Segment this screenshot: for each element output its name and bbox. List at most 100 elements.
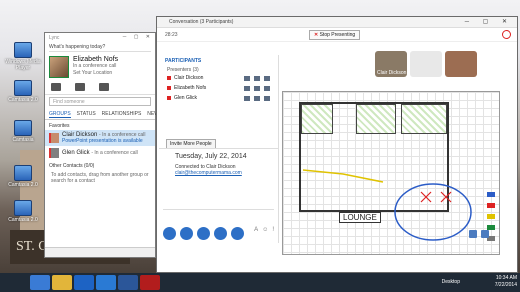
participant-row[interactable]: Elizabeth Nofs <box>159 83 278 93</box>
desktop-icon-camtasia-3[interactable]: Camtasia 2.0 <box>2 165 44 188</box>
phone-icon[interactable] <box>99 83 109 91</box>
thumbnail-icon[interactable] <box>469 230 477 238</box>
chat-pane: Tuesday, July 22, 2014 Connected to Clai… <box>159 148 279 243</box>
video-icon[interactable] <box>264 85 270 91</box>
presence-icon <box>167 96 171 100</box>
stage-page-controls <box>469 230 489 238</box>
lync-title: Lync <box>49 35 60 41</box>
presence-icon <box>167 76 171 80</box>
contact-tabs: GROUPS STATUS RELATIONSHIPS NEW <box>45 108 159 120</box>
contact-note: PowerPoint presentation is available <box>62 138 143 144</box>
profile: Elizabeth Nofs In a conference call Set … <box>45 54 155 80</box>
participant-row[interactable]: Glen Glick <box>159 93 278 103</box>
conversation-toolbar: 28:23 ✕ Stop Presenting <box>157 28 517 42</box>
tab-status[interactable]: STATUS <box>77 111 96 118</box>
emoji-icon[interactable]: ☺ <box>262 227 268 233</box>
other-contacts-group[interactable]: Other Contacts (0/0) <box>45 160 155 170</box>
explorer-icon[interactable] <box>52 275 72 290</box>
presence-icon <box>167 86 171 90</box>
camtasia-icon <box>14 165 32 181</box>
video-icon[interactable] <box>264 95 270 101</box>
media-player-icon <box>14 42 32 58</box>
chat-message: Connected to Clair Dickson clair@thecomp… <box>159 164 278 176</box>
call-timer: 28:23 <box>165 32 178 38</box>
tab-relationships[interactable]: RELATIONSHIPS <box>102 111 142 118</box>
chat-email-link[interactable]: clair@thecomputermama.com <box>175 170 262 176</box>
profile-name: Elizabeth Nofs <box>73 56 119 63</box>
im-button[interactable] <box>163 227 176 240</box>
ink-annotations <box>302 169 472 241</box>
phone-icon[interactable] <box>254 95 260 101</box>
video-tile[interactable] <box>445 51 477 77</box>
taskbar: Desktop 10:34 AM 7/22/2014 <box>0 273 520 292</box>
clock-date: 7/22/2014 <box>494 282 517 288</box>
location[interactable]: Set Your Location <box>73 70 118 77</box>
participants-button[interactable] <box>231 227 244 240</box>
desktop-icon-camtasia-4[interactable]: Camtasia 2.0 <box>2 200 44 223</box>
lync-bottom-bar <box>45 247 155 257</box>
phone-icon[interactable] <box>254 85 260 91</box>
clock[interactable]: 10:34 AM 7/22/2014 <box>495 275 517 289</box>
outlook-icon[interactable] <box>74 275 94 290</box>
video-button[interactable] <box>197 227 210 240</box>
desktop-icon-camtasia-1[interactable]: Camtasia 2.0 <box>2 80 44 103</box>
stop-presenting-button[interactable]: ✕ Stop Presenting <box>309 30 361 40</box>
participants-heading: PARTICIPANTS <box>165 58 202 64</box>
contact-photo <box>49 133 59 143</box>
pen-tool-icon[interactable] <box>487 203 495 208</box>
highlighter-tool-icon[interactable] <box>487 214 495 219</box>
notes-icon[interactable] <box>481 230 489 238</box>
present-button[interactable] <box>214 227 227 240</box>
status-message[interactable]: What's happening today? <box>49 44 151 52</box>
priority-icon[interactable]: ! <box>272 227 274 233</box>
lync-icon[interactable] <box>96 275 116 290</box>
hangup-icon[interactable] <box>502 30 511 39</box>
contact-name: Glen Glick <box>62 150 90 156</box>
video-tile[interactable]: Clair Dickson <box>375 51 407 77</box>
conversation-controls <box>163 227 244 240</box>
tab-groups[interactable]: GROUPS <box>49 111 71 118</box>
desktop-icon-camtasia-2[interactable]: Camtasia <box>2 120 44 143</box>
avatar[interactable] <box>49 56 69 78</box>
lync-window: Lync ─ ▢ ✕ What's happening today? Eliza… <box>44 32 159 258</box>
chat-compose-input[interactable] <box>163 209 274 223</box>
font-icon[interactable]: A <box>254 227 258 233</box>
camtasia-icon <box>14 200 32 216</box>
conversations-icon[interactable] <box>75 83 85 91</box>
chat-date: Tuesday, July 22, 2014 <box>175 153 247 160</box>
flash-icon[interactable] <box>140 275 160 290</box>
desktop-icon-media-player[interactable]: Windows Media Player <box>2 42 44 71</box>
lync-titlebar: Lync ─ ▢ ✕ <box>45 33 155 42</box>
video-tile[interactable] <box>410 51 442 77</box>
phone-icon[interactable] <box>254 75 260 81</box>
search-input[interactable]: Find someone <box>49 97 151 106</box>
window-controls[interactable]: ─ ▢ ✕ <box>465 18 513 25</box>
conversation-titlebar: Conversation (3 Participants) ─ ▢ ✕ <box>157 17 517 28</box>
contact-item[interactable]: Clair Dickson - In a conference call Pow… <box>45 130 155 146</box>
video-icon[interactable] <box>264 75 270 81</box>
contacts-icon[interactable] <box>51 83 61 91</box>
participants-pane: PARTICIPANTS Presenters (3) Clair Dickso… <box>159 55 279 149</box>
ie-icon[interactable] <box>30 275 50 290</box>
lync-icon-row <box>45 80 155 95</box>
im-icon[interactable] <box>244 95 250 101</box>
participant-row[interactable]: Clair Dickson <box>159 73 278 83</box>
word-icon[interactable] <box>118 275 138 290</box>
camtasia-icon <box>14 80 32 96</box>
clock-time: 10:34 AM <box>495 275 517 281</box>
compose-icons: A ☺ ! <box>254 227 274 233</box>
conversation-title: Conversation (3 Participants) <box>169 19 234 25</box>
contact-item[interactable]: Glen Glick - In a conference call <box>45 146 155 160</box>
camtasia-icon <box>14 120 32 136</box>
window-controls[interactable]: ─ ▢ ✕ <box>123 34 153 40</box>
im-icon[interactable] <box>244 75 250 81</box>
pen-tool-icon[interactable] <box>487 192 495 197</box>
video-strip: Clair Dickson <box>375 51 477 77</box>
call-button[interactable] <box>180 227 193 240</box>
presence-status[interactable]: In a conference call <box>73 63 118 70</box>
favorites-group[interactable]: Favorites <box>45 120 155 130</box>
contact-photo <box>49 148 59 158</box>
desktop-toolbar-label[interactable]: Desktop <box>442 279 460 285</box>
presentation-stage[interactable]: LOUNGE <box>282 91 500 255</box>
im-icon[interactable] <box>244 85 250 91</box>
